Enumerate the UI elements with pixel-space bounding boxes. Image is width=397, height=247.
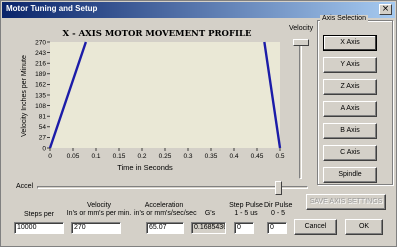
y-tick-label: 81 bbox=[39, 114, 47, 121]
dir-pulse-range-label: 0 - 5 bbox=[270, 210, 285, 217]
x-tick-label: 0.25 bbox=[159, 153, 172, 160]
c-axis-button[interactable]: C Axis bbox=[323, 145, 377, 161]
y-tick-label: 0 bbox=[42, 145, 46, 152]
velocity-slider-label: Velocity bbox=[289, 25, 314, 32]
cancel-button[interactable]: Cancel bbox=[294, 219, 337, 235]
y-tick-label: 162 bbox=[35, 82, 46, 89]
accel-slider-track[interactable] bbox=[37, 186, 308, 189]
steps-per-label: Steps per bbox=[24, 211, 54, 218]
x-tick-label: 0.35 bbox=[205, 153, 218, 160]
x-axis-button[interactable]: X Axis bbox=[323, 35, 377, 51]
y-tick-label: 189 bbox=[35, 71, 46, 78]
velocity-units-label: In's or mm's per min. bbox=[66, 210, 132, 217]
gs-value: 0.1685436 bbox=[191, 222, 226, 234]
chart-title: X - AXIS MOTOR MOVEMENT PROFILE bbox=[63, 29, 252, 39]
motor-profile-chart: X - AXIS MOTOR MOVEMENT PROFILE Time in … bbox=[9, 23, 286, 184]
y-axis-button[interactable]: Y Axis bbox=[323, 57, 377, 73]
dir-pulse-label: Dir Pulse bbox=[264, 202, 293, 209]
dir-pulse-input[interactable]: 0 bbox=[267, 222, 287, 234]
velocity-label: Velocity bbox=[86, 202, 112, 209]
x-tick-label: 0.05 bbox=[67, 153, 80, 160]
gs-label: G's bbox=[204, 210, 216, 217]
x-tick-label: 0.45 bbox=[251, 153, 264, 160]
a-axis-button[interactable]: A Axis bbox=[323, 101, 377, 117]
velocity-slider-track[interactable] bbox=[299, 39, 302, 179]
x-tick-label: 0.1 bbox=[91, 153, 100, 160]
y-tick-label: 27 bbox=[39, 135, 47, 142]
step-pulse-range-label: 1 - 5 us bbox=[234, 210, 258, 217]
x-tick-label: 0.4 bbox=[229, 153, 238, 160]
spindle-button[interactable]: Spindle bbox=[323, 167, 377, 183]
y-tick-label: 270 bbox=[35, 39, 46, 46]
acceleration-label: Acceleration bbox=[144, 202, 184, 209]
save-axis-settings-button[interactable]: SAVE AXIS SETTINGS bbox=[306, 194, 386, 210]
x-axis-label: Time in Seconds bbox=[117, 163, 173, 172]
z-axis-button[interactable]: Z Axis bbox=[323, 79, 377, 95]
close-button[interactable]: × bbox=[379, 4, 392, 15]
x-tick-label: 0 bbox=[48, 153, 52, 160]
steps-per-input[interactable]: 10000 bbox=[14, 222, 64, 234]
velocity-slider-thumb[interactable] bbox=[293, 39, 309, 46]
window-title: Motor Tuning and Setup bbox=[6, 4, 98, 13]
ok-button[interactable]: OK bbox=[345, 219, 383, 235]
y-tick-label: 243 bbox=[35, 50, 46, 57]
motor-tuning-window: Motor Tuning and Setup × X - AXIS MOTOR … bbox=[0, 0, 397, 247]
axis-selection-label: Axis Selection bbox=[320, 15, 368, 22]
x-tick-label: 0.15 bbox=[113, 153, 126, 160]
accel-slider-thumb[interactable] bbox=[275, 181, 282, 195]
y-tick-label: 216 bbox=[35, 61, 46, 68]
y-tick-label: 135 bbox=[35, 92, 46, 99]
step-pulse-input[interactable]: 0 bbox=[234, 222, 254, 234]
b-axis-button[interactable]: B Axis bbox=[323, 123, 377, 139]
x-tick-label: 0.5 bbox=[275, 153, 284, 160]
y-axis-label: Velocity Inches per Minute bbox=[21, 55, 28, 137]
accel-slider-label: Accel bbox=[16, 183, 34, 190]
y-tick-label: 108 bbox=[35, 103, 46, 110]
x-tick-label: 0.3 bbox=[183, 153, 192, 160]
x-tick-label: 0.2 bbox=[137, 153, 146, 160]
step-pulse-label: Step Pulse bbox=[229, 202, 263, 209]
plot-area bbox=[50, 42, 280, 148]
acceleration-input[interactable]: 65.07 bbox=[146, 222, 184, 234]
velocity-input[interactable]: 270 bbox=[71, 222, 121, 234]
y-tick-label: 54 bbox=[39, 124, 47, 131]
acceleration-units-label: in's or mm's/sec/sec bbox=[134, 210, 197, 217]
